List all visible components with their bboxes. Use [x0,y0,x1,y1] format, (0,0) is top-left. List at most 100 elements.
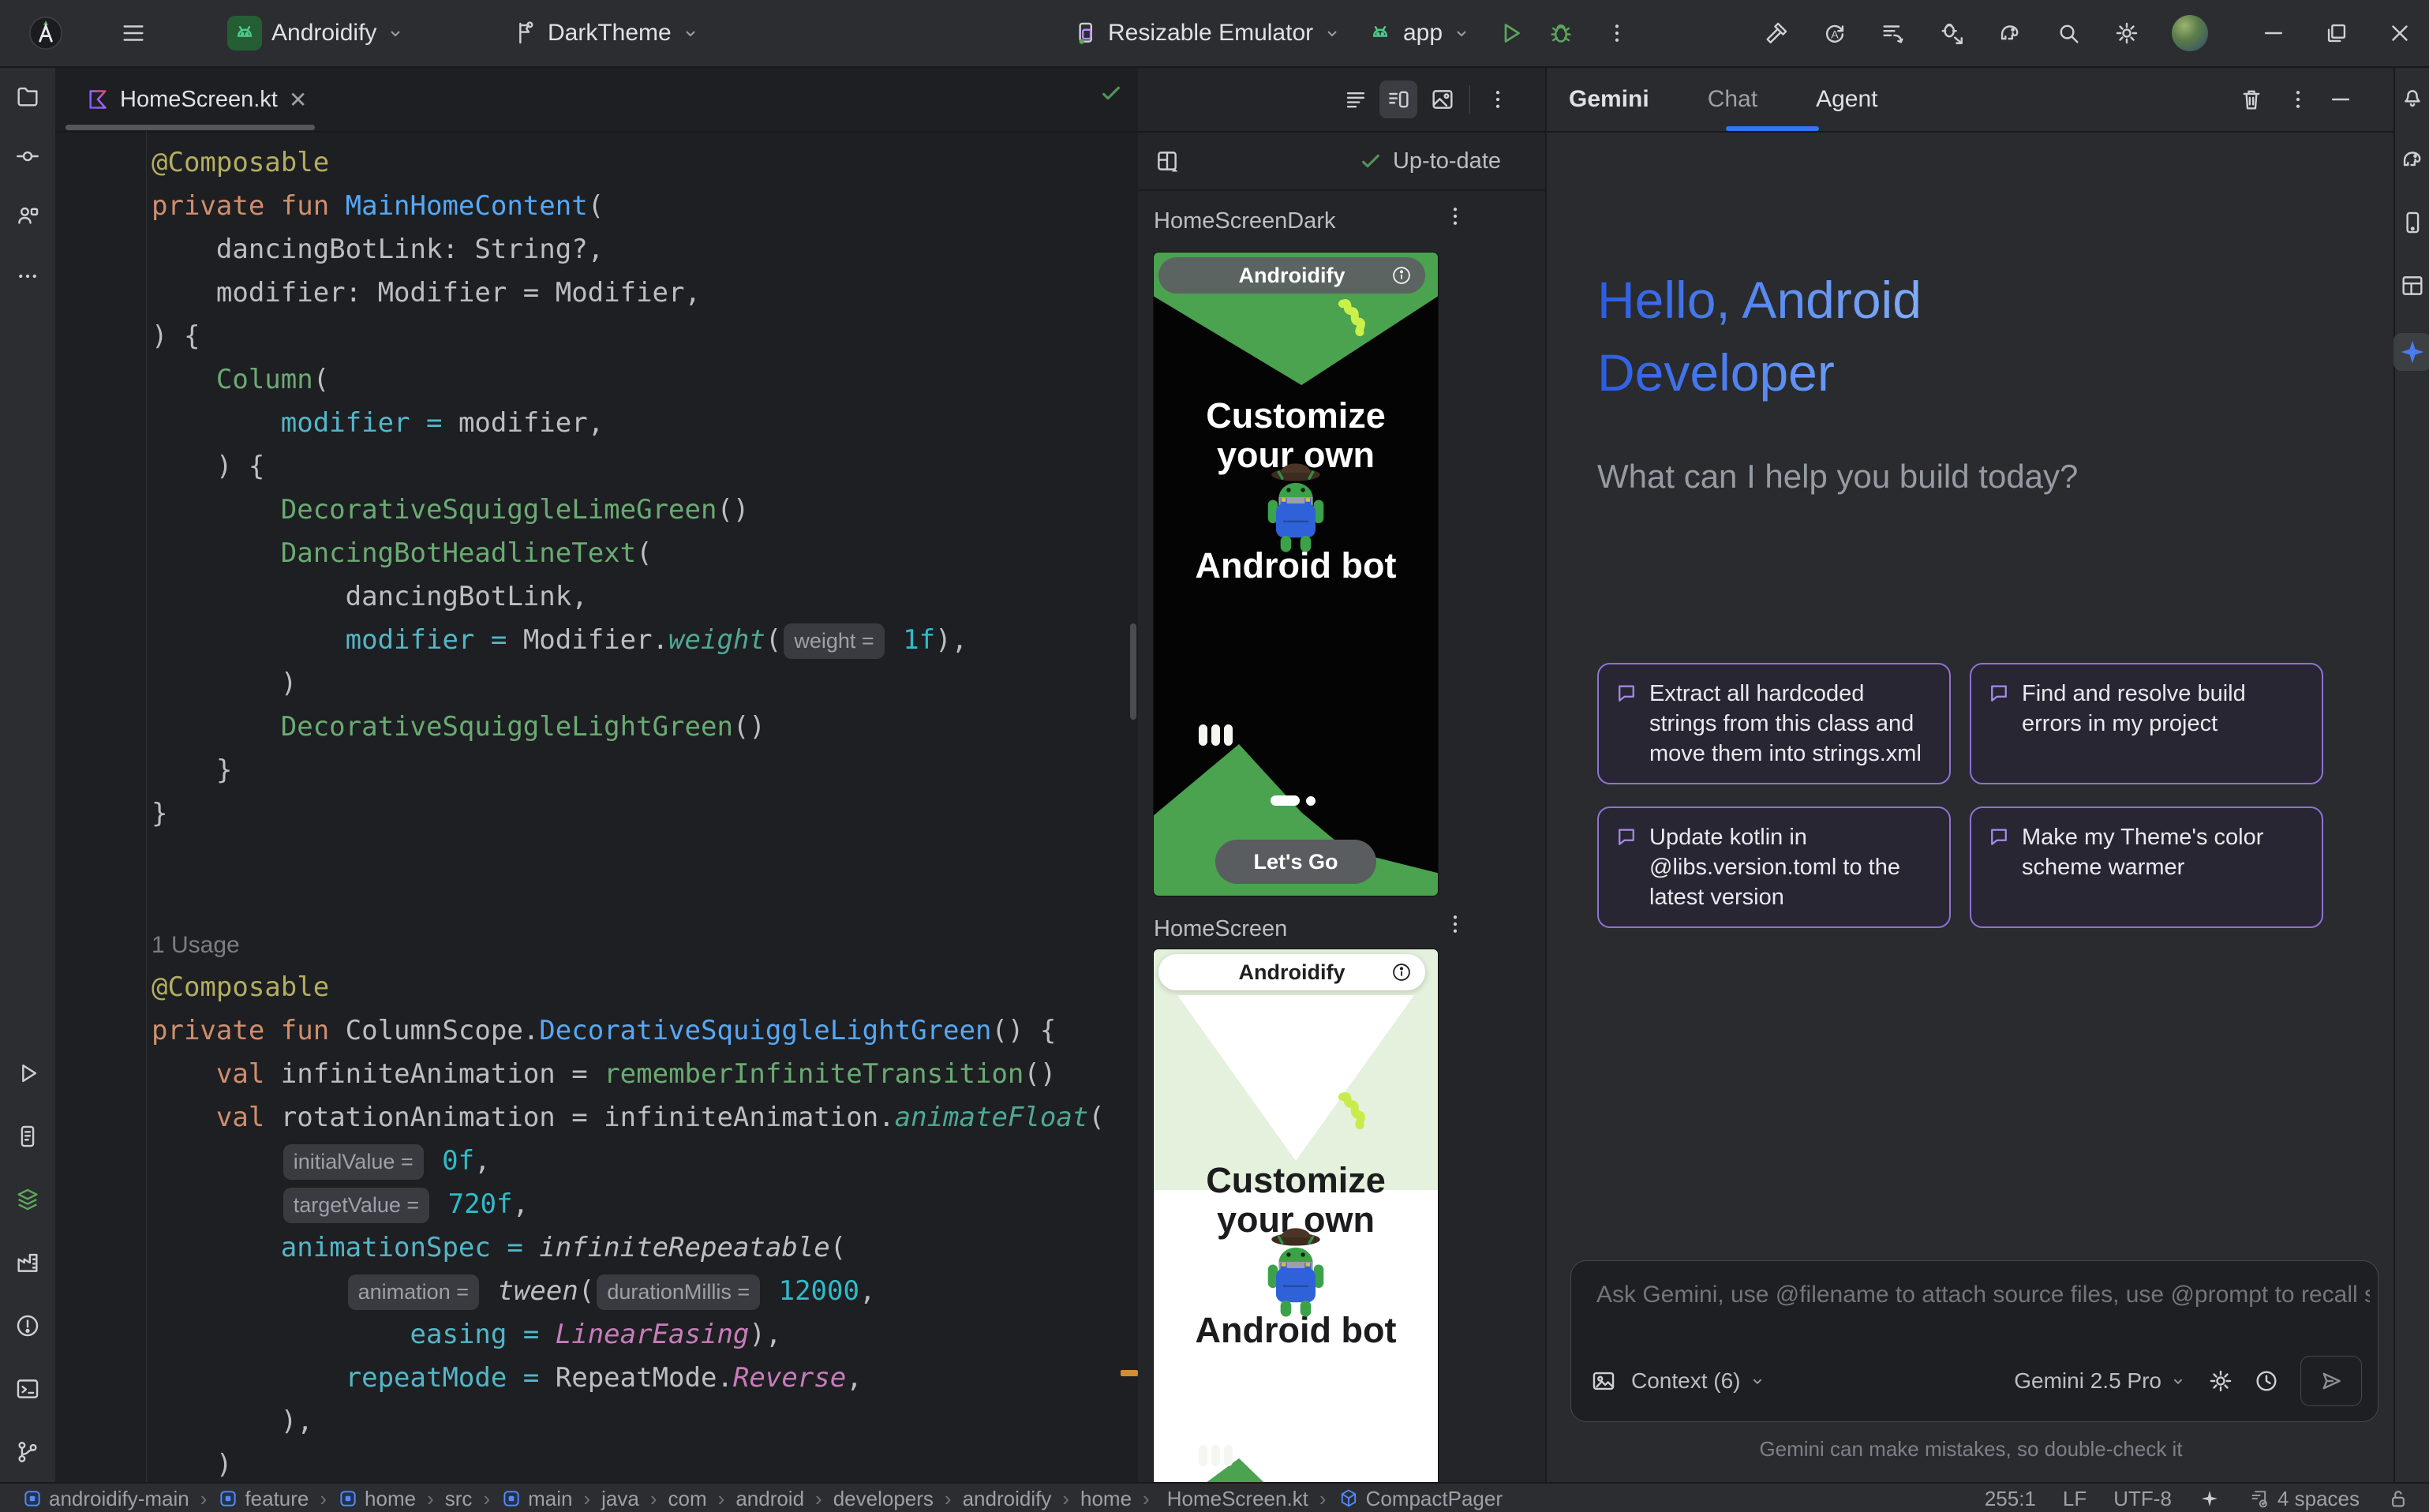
code-line[interactable]: @Composable [152,141,1105,185]
breadcrumb-item[interactable]: home [1080,1487,1132,1511]
breadcrumb-item[interactable]: java [601,1487,639,1511]
code-line[interactable]: private fun MainHomeContent( [152,185,1105,228]
preview-name-light[interactable]: HomeScreen [1154,916,1287,942]
tab-homescreen-kt[interactable]: HomeScreen.kt ✕ [87,68,307,131]
run-button[interactable] [1496,0,1525,66]
code-line[interactable]: 1 Usage [152,923,1105,966]
breadcrumb-item[interactable]: home [338,1487,416,1511]
delete-conversation-button[interactable] [2238,68,2265,131]
code-line[interactable]: modifier: Modifier = Modifier, [152,271,1105,315]
sparkle-icon[interactable] [2199,1488,2221,1510]
gradle-sync-icon[interactable] [1997,20,2023,47]
code-line[interactable]: ) { [152,445,1105,488]
code-line[interactable]: DancingBotHeadlineText( [152,532,1105,575]
user-avatar[interactable] [2172,15,2208,51]
preview-build-status[interactable]: Up-to-date [1358,133,1501,189]
code-line[interactable]: modifier = Modifier.weight(weight = 1f), [152,619,1105,662]
history-icon[interactable] [2253,1368,2280,1394]
code-line[interactable]: } [152,749,1105,792]
breadcrumb-item[interactable]: androidify-main [22,1487,189,1511]
code-line[interactable]: modifier = modifier, [152,402,1105,445]
code-line[interactable] [152,879,1105,923]
project-selector[interactable]: Androidify [227,0,405,66]
indent-setting[interactable]: 4 spaces [2247,1487,2360,1511]
breadcrumb-item[interactable]: main [501,1487,572,1511]
breadcrumb-item[interactable]: developers [833,1487,934,1511]
suggestion-card[interactable]: Extract all hardcoded strings from this … [1597,663,1951,784]
layout-inspector-icon[interactable] [2397,270,2428,301]
profiler-icon[interactable] [1880,20,1907,47]
version-control-icon[interactable] [12,1436,43,1468]
preview-phone-light[interactable]: Androidify Customize your own Android bo… [1154,949,1438,1482]
code-line[interactable]: val infiniteAnimation = rememberInfinite… [152,1053,1105,1096]
window-minimize-button[interactable] [2260,20,2287,47]
code-line[interactable]: DecorativeSquiggleLimeGreen() [152,488,1105,532]
attach-debugger-icon[interactable] [1938,20,1965,47]
more-run-options-button[interactable] [1605,0,1629,66]
code-line[interactable]: initialValue = 0f, [152,1140,1105,1183]
more-tool-windows-icon[interactable] [12,260,43,292]
hide-panel-button[interactable] [2327,68,2354,131]
vertical-scrollbar[interactable] [1130,623,1136,720]
code-line[interactable]: animationSpec = infiniteRepeatable( [152,1226,1105,1270]
gemini-options-button[interactable] [2286,68,2310,131]
file-encoding[interactable]: UTF-8 [2113,1487,2172,1511]
search-everywhere-icon[interactable] [2055,20,2082,47]
breadcrumb-item[interactable]: feature [218,1487,309,1511]
gemini-spark-icon[interactable] [2393,333,2429,371]
window-maximize-button[interactable] [2323,20,2350,47]
debug-button[interactable] [1547,0,1575,66]
vcs-branch-selector[interactable]: DarkTheme [511,0,700,66]
inlay-hint-chip[interactable]: durationMillis = [597,1274,760,1310]
design-view-button[interactable] [1424,80,1462,118]
logcat-icon[interactable] [12,1121,43,1152]
breadcrumb-item[interactable]: CompactPager [1338,1487,1503,1511]
build-hammer-icon[interactable] [1763,20,1790,47]
run-config-selector[interactable]: app [1367,0,1471,66]
inlay-hint-chip[interactable]: targetValue = [283,1188,429,1223]
attach-image-icon[interactable] [1590,1368,1617,1394]
breadcrumb-item[interactable]: src [445,1487,473,1511]
terminal-icon[interactable] [12,1373,43,1405]
main-menu-button[interactable] [120,0,147,66]
build-icon[interactable] [12,1247,43,1278]
code-line[interactable]: repeatMode = RepeatMode.Reverse, [152,1357,1105,1400]
pull-requests-icon[interactable] [12,200,43,232]
code-line[interactable]: private fun ColumnScope.DecorativeSquigg… [152,1009,1105,1053]
code-line[interactable]: dancingBotLink: String?, [152,228,1105,271]
inspections-ok-icon[interactable] [1098,80,1124,106]
code-line[interactable] [152,836,1105,879]
preview-phone-dark[interactable]: Androidify Customize your own Android bo… [1154,253,1438,896]
code-line[interactable]: } [152,792,1105,836]
preview-options-icon[interactable] [1439,908,1471,940]
suggestion-card[interactable]: Find and resolve build errors in my proj… [1970,663,2323,784]
switch-layout-icon[interactable] [1154,148,1181,174]
code-line[interactable]: ) { [152,315,1105,358]
problems-icon[interactable] [12,1310,43,1342]
unlocked-icon[interactable] [2386,1487,2410,1510]
suggestion-card[interactable]: Update kotlin in @libs.version.toml to t… [1597,807,1951,928]
preview-options-icon[interactable] [1439,200,1471,232]
code-line[interactable]: val rotationAnimation = infiniteAnimatio… [152,1096,1105,1140]
code-line[interactable]: easing = LinearEasing), [152,1313,1105,1357]
device-manager-icon[interactable] [2397,207,2428,238]
settings-gear-icon[interactable] [2113,20,2140,47]
code-line[interactable]: DecorativeSquiggleLightGreen() [152,705,1105,749]
tab-agent[interactable]: Agent [1816,86,1877,113]
suggestion-card[interactable]: Make my Theme's color scheme warmer [1970,807,2323,928]
code-line[interactable]: ) [152,662,1105,705]
notifications-bell-icon[interactable] [2397,80,2428,112]
caret-position[interactable]: 255:1 [1985,1487,2036,1511]
inlay-hint-chip[interactable]: animation = [348,1274,479,1310]
code-line[interactable]: dancingBotLink, [152,575,1105,619]
sync-code-icon[interactable]: A [1821,20,1848,47]
inlay-hint-chip[interactable]: weight = [784,623,884,659]
breadcrumb-item[interactable]: com [668,1487,707,1511]
run-icon[interactable] [12,1057,43,1089]
project-folder-icon[interactable] [12,80,43,112]
gemini-settings-icon[interactable] [2207,1368,2234,1394]
code-line[interactable]: Column( [152,358,1105,402]
tab-close-icon[interactable]: ✕ [289,87,307,113]
code-line[interactable]: ) [152,1443,1105,1487]
code-line[interactable]: animation = tween(durationMillis = 12000… [152,1270,1105,1313]
